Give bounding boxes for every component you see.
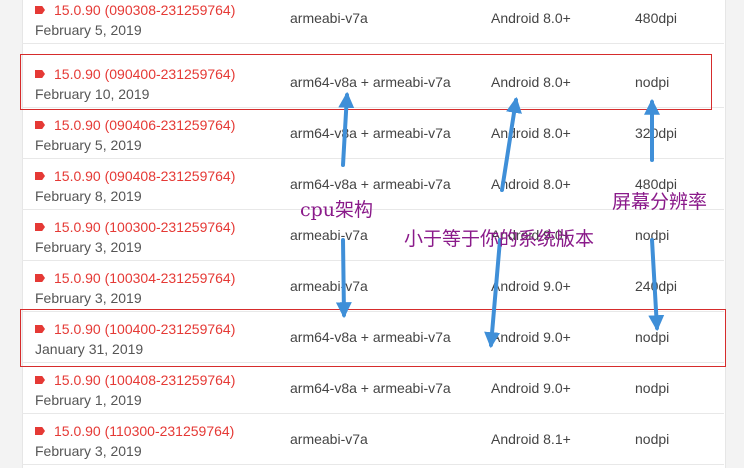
arrow-icon (500, 96, 522, 192)
arrow-icon (484, 238, 502, 349)
arrow-icon (338, 91, 355, 167)
arrow-icon (335, 238, 352, 319)
system-version-annotation: 小于等于你的系统版本 (404, 228, 595, 250)
arrow-icon (648, 238, 665, 332)
annotation-arrows (335, 91, 665, 349)
screen-resolution-annotation: 屏幕分辨率 (612, 191, 708, 213)
cpu-annotation: cpu架构 (300, 199, 374, 221)
